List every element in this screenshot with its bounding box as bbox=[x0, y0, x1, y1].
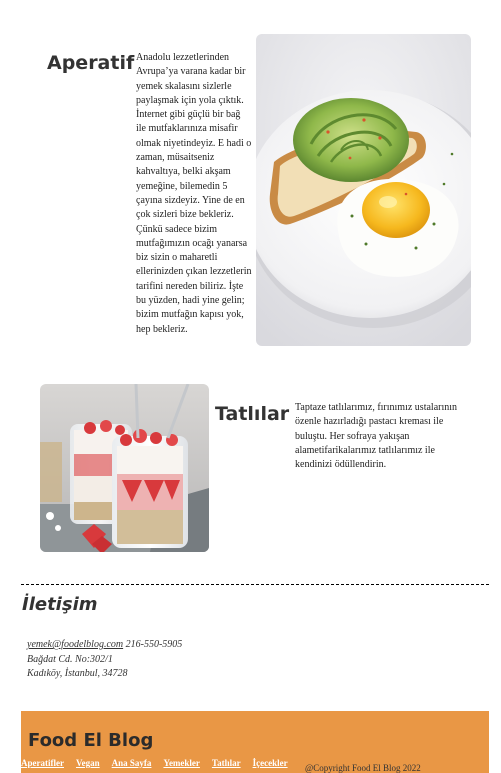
email-link[interactable]: yemek@foodelblog.com bbox=[27, 639, 123, 650]
contact-line-email: yemek@foodelblog.com 216-550-5905 bbox=[27, 638, 182, 653]
strawberry-parfait-image bbox=[40, 384, 209, 552]
contact-title: İletişim bbox=[22, 594, 98, 615]
footer-nav: Aperatifler Vegan Ana Sayfa Yemekler Tat… bbox=[21, 758, 300, 768]
footer-link-tatlilar[interactable]: Tatlılar bbox=[212, 758, 241, 768]
tatlilar-text: Taptaze tatlılarımız, fırınımız ustaları… bbox=[295, 402, 458, 471]
section-divider bbox=[21, 584, 489, 585]
contact-address: yemek@foodelblog.com 216-550-5905 Bağdat… bbox=[27, 638, 182, 682]
avocado-toast-image bbox=[256, 34, 471, 346]
tatlilar-title: Tatlılar bbox=[215, 403, 290, 425]
footer-link-icecekler[interactable]: İçecekler bbox=[253, 758, 288, 768]
footer-title: Food El Blog bbox=[28, 730, 154, 751]
aperatif-text: Anadolu lezzetlerinden Avrupa’ya varana … bbox=[136, 52, 252, 335]
footer: Food El Blog Aperatifler Vegan Ana Sayfa… bbox=[21, 711, 489, 773]
avocado-toast-illustration bbox=[256, 34, 471, 346]
footer-link-yemekler[interactable]: Yemekler bbox=[163, 758, 199, 768]
footer-link-aperatifler[interactable]: Aperatifler bbox=[21, 758, 64, 768]
copyright-text: @Copyright Food El Blog 2022 bbox=[305, 763, 421, 773]
address-line-1: Bağdat Cd. No:302/1 bbox=[27, 653, 113, 665]
footer-link-ana-sayfa[interactable]: Ana Sayfa bbox=[112, 758, 152, 768]
aperatif-title: Aperatif bbox=[47, 52, 135, 74]
address-line-2: Kadıköy, İstanbul, 34728 bbox=[27, 668, 128, 679]
strawberry-parfait-illustration bbox=[40, 384, 209, 552]
footer-link-vegan[interactable]: Vegan bbox=[76, 758, 100, 768]
phone-number: 216-550-5905 bbox=[125, 639, 183, 650]
